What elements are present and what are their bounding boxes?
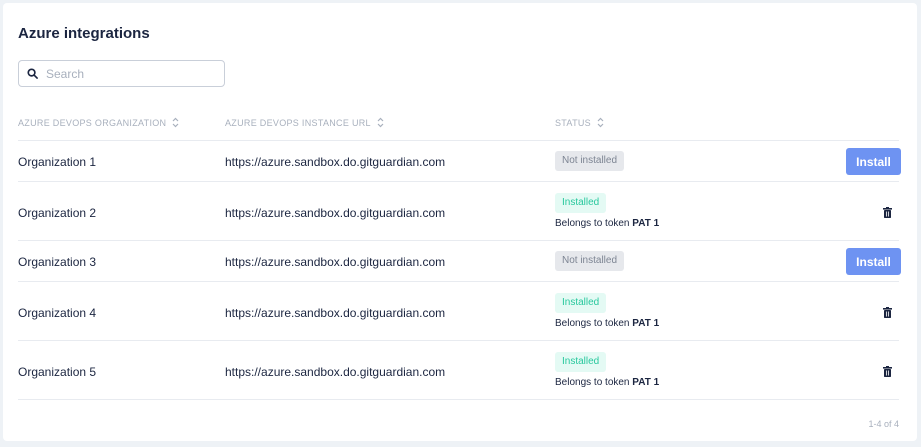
pagination-info: 1-4 of 4 (868, 419, 899, 429)
column-header-label: AZURE DEVOPS INSTANCE URL (225, 117, 371, 128)
azure-integrations-card: Azure integrations AZURE DEVOPS ORGANIZA… (3, 3, 917, 441)
column-header-label: STATUS (555, 117, 591, 128)
instance-url: https://azure.sandbox.do.gitguardian.com (225, 255, 446, 269)
token-info: Belongs to token PAT 1 (555, 318, 659, 329)
status-badge: Not installed (555, 251, 625, 271)
organization-name: Organization 2 (18, 206, 97, 220)
column-header-label: AZURE DEVOPS ORGANIZATION (18, 117, 167, 128)
sort-icon[interactable] (172, 117, 179, 128)
token-info: Belongs to token PAT 1 (555, 377, 659, 388)
table-row: Organization 2 https://azure.sandbox.do.… (18, 182, 899, 241)
token-prefix: Belongs to token (555, 218, 633, 229)
search-box[interactable] (18, 60, 225, 87)
column-header-instance-url[interactable]: AZURE DEVOPS INSTANCE URL (225, 117, 384, 128)
table-header: AZURE DEVOPS ORGANIZATION AZURE DEVOPS I… (18, 113, 899, 141)
token-prefix: Belongs to token (555, 377, 633, 388)
instance-url: https://azure.sandbox.do.gitguardian.com (225, 365, 446, 379)
column-header-organization[interactable]: AZURE DEVOPS ORGANIZATION (18, 117, 179, 128)
status-badge: Installed (555, 352, 607, 372)
status-badge: Installed (555, 193, 607, 213)
table-row: Organization 4 https://azure.sandbox.do.… (18, 282, 899, 341)
trash-icon[interactable] (881, 306, 893, 318)
instance-url: https://azure.sandbox.do.gitguardian.com (225, 306, 446, 320)
instance-url: https://azure.sandbox.do.gitguardian.com (225, 206, 446, 220)
table-row: Organization 3 https://azure.sandbox.do.… (18, 241, 901, 282)
organization-name: Organization 1 (18, 155, 97, 169)
trash-icon[interactable] (881, 365, 893, 377)
token-info: Belongs to token PAT 1 (555, 218, 659, 229)
sort-icon[interactable] (377, 117, 384, 128)
install-button[interactable]: Install (846, 148, 901, 175)
install-button[interactable]: Install (846, 248, 901, 275)
search-icon (27, 68, 38, 79)
token-name: PAT 1 (632, 377, 660, 388)
table-row: Organization 5 https://azure.sandbox.do.… (18, 341, 899, 400)
status-badge: Not installed (555, 151, 625, 171)
trash-icon[interactable] (881, 206, 893, 218)
token-name: PAT 1 (632, 318, 660, 329)
token-name: PAT 1 (632, 218, 660, 229)
sort-icon[interactable] (597, 117, 604, 128)
table-row: Organization 1 https://azure.sandbox.do.… (18, 141, 901, 182)
organization-name: Organization 4 (18, 306, 97, 320)
search-input[interactable] (46, 66, 216, 81)
column-header-status[interactable]: STATUS (555, 117, 604, 128)
organization-name: Organization 5 (18, 365, 97, 379)
status-badge: Installed (555, 293, 607, 313)
page-title: Azure integrations (18, 25, 150, 42)
organization-name: Organization 3 (18, 255, 97, 269)
token-prefix: Belongs to token (555, 318, 633, 329)
instance-url: https://azure.sandbox.do.gitguardian.com (225, 155, 446, 169)
